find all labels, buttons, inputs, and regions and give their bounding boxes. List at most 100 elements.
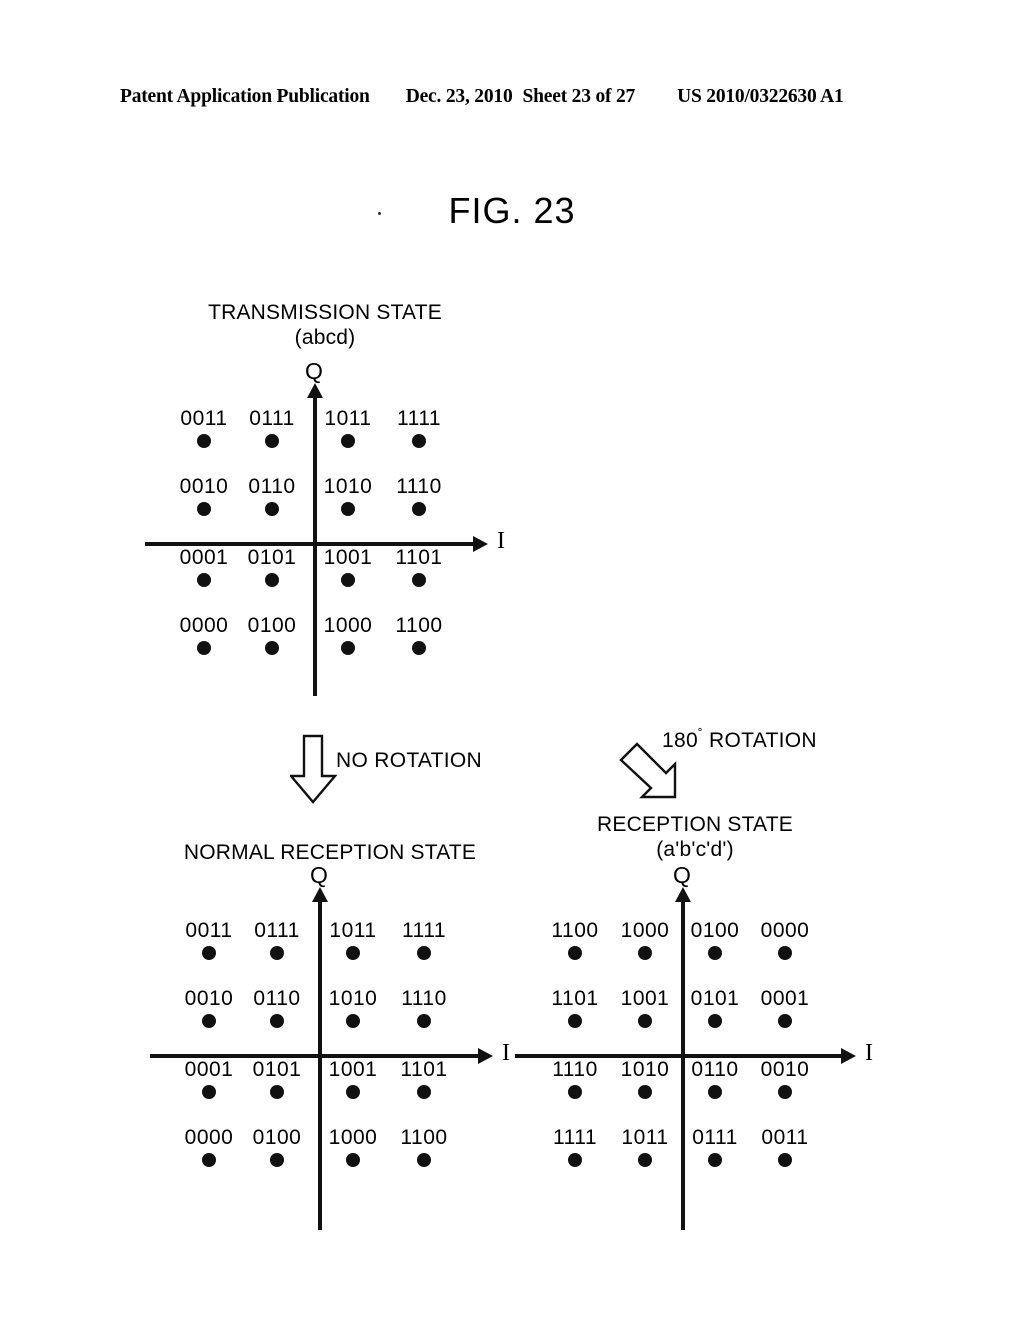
q-axis-arrowhead-icon (675, 887, 691, 902)
point-dot-marker (341, 502, 355, 516)
constellation-point: 0000 (177, 1127, 241, 1167)
rotation-word: ROTATION (702, 729, 817, 752)
point-label: 0010 (184, 987, 234, 1010)
point-label: 1110 (396, 475, 442, 498)
q-axis-label: Q (310, 862, 328, 888)
constellation-point: 0101 (683, 988, 747, 1028)
point-label: 1100 (551, 919, 599, 942)
i-axis-label: I (865, 1040, 873, 1066)
constellation-point: 0000 (753, 920, 817, 960)
point-label: 0100 (252, 1126, 302, 1149)
point-dot-marker (568, 1153, 582, 1167)
point-label: 0100 (247, 614, 297, 637)
constellation-point: 1011 (321, 920, 385, 960)
constellation-point: 1110 (387, 476, 451, 516)
figure-title-text: FIG. 23 (448, 190, 576, 231)
point-label: 0000 (760, 919, 810, 942)
constellation-point: 0100 (245, 1127, 309, 1167)
constellation-point: 0111 (683, 1127, 747, 1167)
point-label: 1111 (401, 919, 447, 942)
i-axis-arrowhead-icon (841, 1048, 856, 1064)
point-dot-marker (197, 641, 211, 655)
point-dot-marker (778, 1085, 792, 1099)
constellation-point: 1100 (543, 920, 607, 960)
point-label: 1011 (329, 919, 377, 942)
point-label: 0010 (179, 475, 229, 498)
point-label: 1101 (400, 1058, 448, 1081)
chart-title-text: TRANSMISSION STATE (208, 301, 442, 324)
constellation-point: 1101 (543, 988, 607, 1028)
point-dot-marker (568, 1085, 582, 1099)
point-dot-marker (346, 1153, 360, 1167)
constellation-point: 1111 (543, 1127, 607, 1167)
point-dot-marker (708, 1014, 722, 1028)
point-label: 0001 (760, 987, 810, 1010)
chart-title-text: NORMAL RECEPTION STATE (183, 841, 477, 864)
chart-title-text: RECEPTION STATE (597, 813, 793, 836)
point-dot-marker (412, 641, 426, 655)
point-label: 1111 (396, 407, 442, 430)
chart-reception-state-rotated: RECEPTION STATE (a'b'c'd') Q I 1100 1000… (515, 812, 873, 1242)
constellation-point: 1101 (387, 547, 451, 587)
constellation-point: 0011 (177, 920, 241, 960)
point-label: 1010 (328, 987, 378, 1010)
point-dot-marker (265, 434, 279, 448)
publication-header: Patent Application Publication Dec. 23, … (120, 86, 910, 108)
point-label: 0111 (249, 407, 295, 430)
constellation-point: 0001 (177, 1059, 241, 1099)
point-label: 0011 (185, 919, 233, 942)
point-label: 0101 (247, 546, 297, 569)
point-label: 1010 (620, 1058, 670, 1081)
point-label: 1100 (400, 1126, 448, 1149)
point-dot-marker (197, 573, 211, 587)
constellation-point: 0001 (172, 547, 236, 587)
constellation-point: 0111 (245, 920, 309, 960)
constellation-point: 0010 (753, 1059, 817, 1099)
point-dot-marker (346, 946, 360, 960)
constellation-point: 1001 (321, 1059, 385, 1099)
chart-subtitle-text: (abcd) (294, 326, 356, 349)
point-dot-marker (265, 502, 279, 516)
arrow-down-hollow-icon (290, 734, 338, 804)
constellation-point: 0100 (683, 920, 747, 960)
point-dot-marker (197, 502, 211, 516)
q-axis-label: Q (673, 862, 691, 888)
rotation-180-label: 180˚ ROTATION (662, 726, 817, 753)
point-dot-marker (778, 1153, 792, 1167)
point-dot-marker (202, 1014, 216, 1028)
chart-title-normal-reception: NORMAL RECEPTION STATE (160, 840, 500, 865)
constellation-point: 1001 (316, 547, 380, 587)
point-label: 1110 (401, 987, 447, 1010)
point-dot-marker (341, 641, 355, 655)
figure-title: FIG. 23 (0, 190, 1024, 232)
constellation-point: 0000 (172, 615, 236, 655)
point-dot-marker (346, 1085, 360, 1099)
point-label: 0100 (690, 919, 740, 942)
point-label: 0101 (690, 987, 740, 1010)
annotation-no-rotation: NO ROTATION (290, 730, 530, 810)
publication-number: US 2010/0322630 A1 (677, 86, 844, 107)
constellation-point: 1100 (392, 1127, 456, 1167)
constellation-point: 1111 (392, 920, 456, 960)
q-axis-label: Q (305, 358, 323, 384)
point-label: 1111 (552, 1126, 598, 1149)
point-dot-marker (270, 1153, 284, 1167)
point-label: 0011 (761, 1126, 809, 1149)
i-axis-label: I (497, 528, 505, 554)
constellation-point: 0110 (683, 1059, 747, 1099)
point-label: 1101 (395, 546, 443, 569)
point-dot-marker (412, 434, 426, 448)
point-dot-marker (778, 1014, 792, 1028)
point-label: 1001 (323, 546, 373, 569)
constellation-point: 0110 (240, 476, 304, 516)
q-axis-arrowhead-icon (312, 887, 328, 902)
point-label: 0111 (254, 919, 300, 942)
stray-speck-mark (378, 212, 381, 215)
point-label: 1001 (328, 1058, 378, 1081)
point-dot-marker (341, 434, 355, 448)
point-label: 0001 (184, 1058, 234, 1081)
constellation-point: 1000 (321, 1127, 385, 1167)
point-dot-marker (202, 1085, 216, 1099)
constellation-point: 1000 (316, 615, 380, 655)
constellation-point: 1010 (613, 1059, 677, 1099)
